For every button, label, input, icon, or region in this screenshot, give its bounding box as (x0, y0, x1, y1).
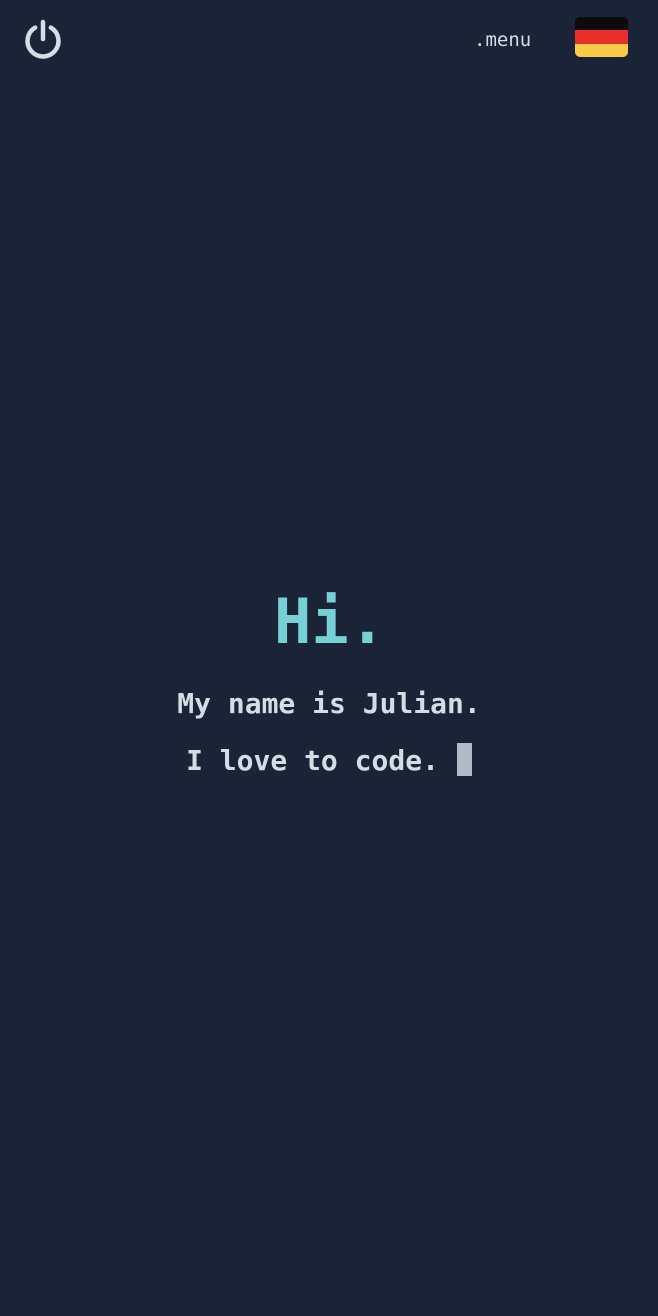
flag-stripe-black (575, 17, 628, 31)
flag-stripe-gold (575, 43, 628, 57)
hero-section: Hi. My name is Julian. I love to code. (0, 580, 658, 779)
power-button[interactable] (22, 18, 64, 60)
typing-cursor (456, 743, 472, 776)
language-switch-germany-flag-icon[interactable] (575, 17, 628, 57)
power-icon (25, 19, 61, 59)
intro-name-line: My name is Julian. (177, 687, 481, 720)
menu-link[interactable]: .menu (474, 28, 531, 52)
flag-stripe-red (575, 30, 628, 44)
hero-title: Hi. (274, 585, 386, 658)
intro-code-text: I love to code. (186, 744, 439, 777)
page: .menu Hi. My name is Julian. I love to c… (0, 0, 658, 1316)
intro-code-line: I love to code. (0, 743, 658, 779)
